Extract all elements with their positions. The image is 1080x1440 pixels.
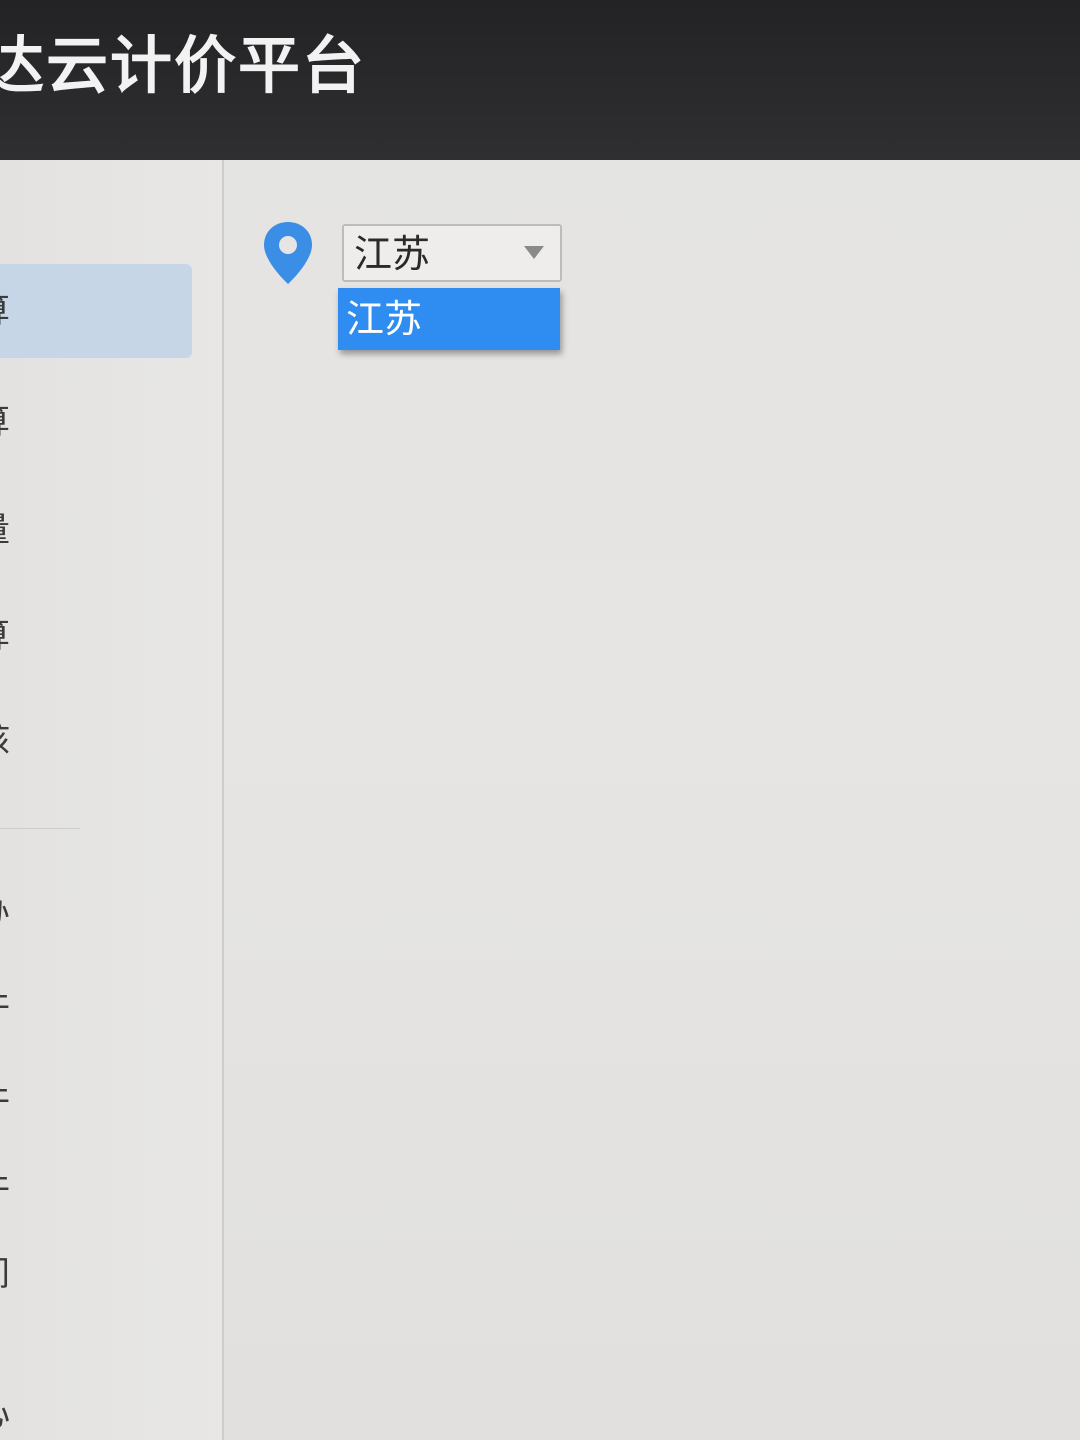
province-select[interactable]: 江苏: [342, 224, 562, 282]
sidebar-divider: [0, 828, 80, 829]
sidebar-item-3[interactable]: 量: [0, 500, 192, 560]
sidebar-item-label: 算: [0, 264, 10, 358]
sidebar-item-1[interactable]: 算: [0, 264, 192, 358]
main-content: 江苏 江苏: [224, 160, 1080, 1440]
sidebar-item-5[interactable]: 核: [0, 710, 192, 770]
sidebar-item-9[interactable]: 件: [0, 1158, 192, 1218]
sidebar-item-label: 算: [0, 606, 10, 666]
sidebar-item-label: 件: [0, 1070, 10, 1130]
sidebar-item-label: 件: [0, 976, 10, 1036]
province-option-jiangsu[interactable]: 江苏: [346, 294, 422, 344]
sidebar-item-4[interactable]: 算: [0, 606, 192, 666]
sidebar-item-label: 心: [0, 1384, 10, 1440]
sidebar-item-label: 间: [0, 1244, 10, 1304]
chevron-down-icon[interactable]: [524, 246, 544, 259]
sidebar-item-label: 核: [0, 710, 10, 770]
app-title: 达云计价平台: [0, 29, 367, 102]
sidebar-item-7[interactable]: 件: [0, 976, 192, 1036]
province-select-value: 江苏: [354, 232, 431, 276]
sidebar-item-10[interactable]: 间: [0, 1244, 192, 1304]
map-pin-icon: [264, 222, 312, 284]
sidebar-item-6[interactable]: 办: [0, 882, 192, 942]
sidebar-item-label: 量: [0, 500, 10, 560]
sidebar-item-label: 算: [0, 392, 10, 452]
sidebar-item-11[interactable]: 心: [0, 1384, 192, 1440]
sidebar-item-8[interactable]: 件: [0, 1070, 192, 1130]
top-header: 达云计价平台: [0, 0, 1080, 160]
province-dropdown-list: 江苏: [338, 288, 560, 350]
sidebar-item-label: 办: [0, 882, 10, 942]
sidebar: 算 算 量 算 核 办 件 件 件 间 心: [0, 160, 224, 1440]
sidebar-item-2[interactable]: 算: [0, 392, 192, 452]
sidebar-item-label: 件: [0, 1158, 10, 1218]
app-window: 达云计价平台 算 算 量 算 核 办 件 件 件 间 心 江苏 江苏: [0, 0, 1080, 1440]
